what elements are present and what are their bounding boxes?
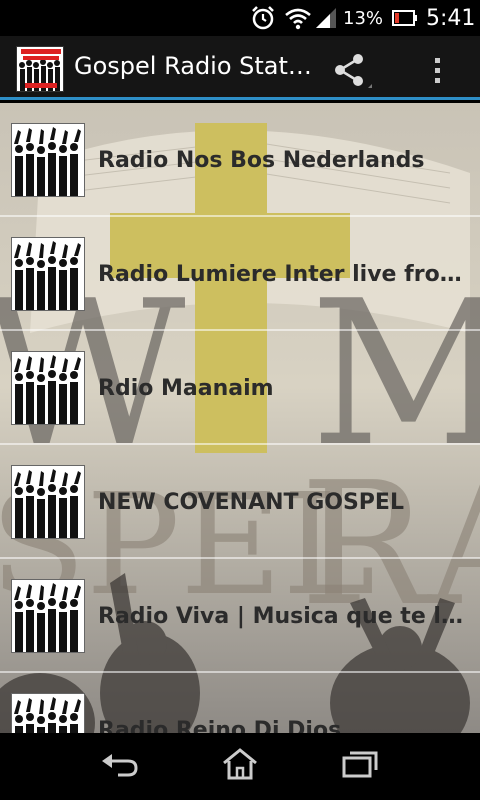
station-thumbnail <box>11 351 85 425</box>
overflow-menu-icon <box>424 58 452 96</box>
recent-apps-icon <box>340 749 380 783</box>
battery-icon <box>392 0 418 36</box>
wifi-icon <box>284 0 312 36</box>
station-list: Radio Nos Bos Nederlands Radio Lumiere I… <box>0 103 480 733</box>
station-thumbnail <box>11 465 85 539</box>
station-list-area[interactable]: W M SPEL RA Radio Nos Bos Nederlands <box>0 103 480 733</box>
clock: 5:41 <box>426 5 476 31</box>
station-thumbnail <box>11 237 85 311</box>
station-thumbnail <box>11 579 85 653</box>
station-name: Radio Lumiere Inter live from… <box>98 261 466 287</box>
signal-icon <box>314 0 338 36</box>
share-icon <box>330 54 374 96</box>
station-name: Radio Reino Di Dios <box>98 717 342 734</box>
action-bar: Gospel Radio Stat… <box>0 36 480 100</box>
share-button[interactable] <box>330 48 374 92</box>
station-thumbnail <box>11 693 85 733</box>
navigation-bar <box>0 733 480 800</box>
alarm-icon <box>250 0 276 36</box>
list-item[interactable]: Radio Lumiere Inter live from… <box>0 217 480 331</box>
list-item[interactable]: Rdio Maanaim <box>0 331 480 445</box>
app-logo[interactable] <box>16 46 64 92</box>
status-bar: 13% 5:41 <box>0 0 480 36</box>
list-item[interactable]: NEW COVENANT GOSPEL <box>0 445 480 559</box>
station-name: NEW COVENANT GOSPEL <box>98 489 404 515</box>
overflow-menu-button[interactable] <box>424 48 452 92</box>
station-name: Radio Viva | Musica que te ll… <box>98 603 466 629</box>
list-item[interactable]: Radio Nos Bos Nederlands <box>0 103 480 217</box>
back-button[interactable] <box>90 741 150 791</box>
app-title: Gospel Radio Stat… <box>74 52 312 80</box>
list-item[interactable]: Radio Reino Di Dios <box>0 673 480 733</box>
battery-percent: 13% <box>343 7 384 29</box>
station-name: Rdio Maanaim <box>98 375 274 401</box>
recent-apps-button[interactable] <box>330 741 390 791</box>
back-icon <box>100 749 140 783</box>
home-icon <box>220 747 260 785</box>
list-item[interactable]: Radio Viva | Musica que te ll… <box>0 559 480 673</box>
home-button[interactable] <box>210 741 270 791</box>
station-thumbnail <box>11 123 85 197</box>
station-name: Radio Nos Bos Nederlands <box>98 147 425 173</box>
